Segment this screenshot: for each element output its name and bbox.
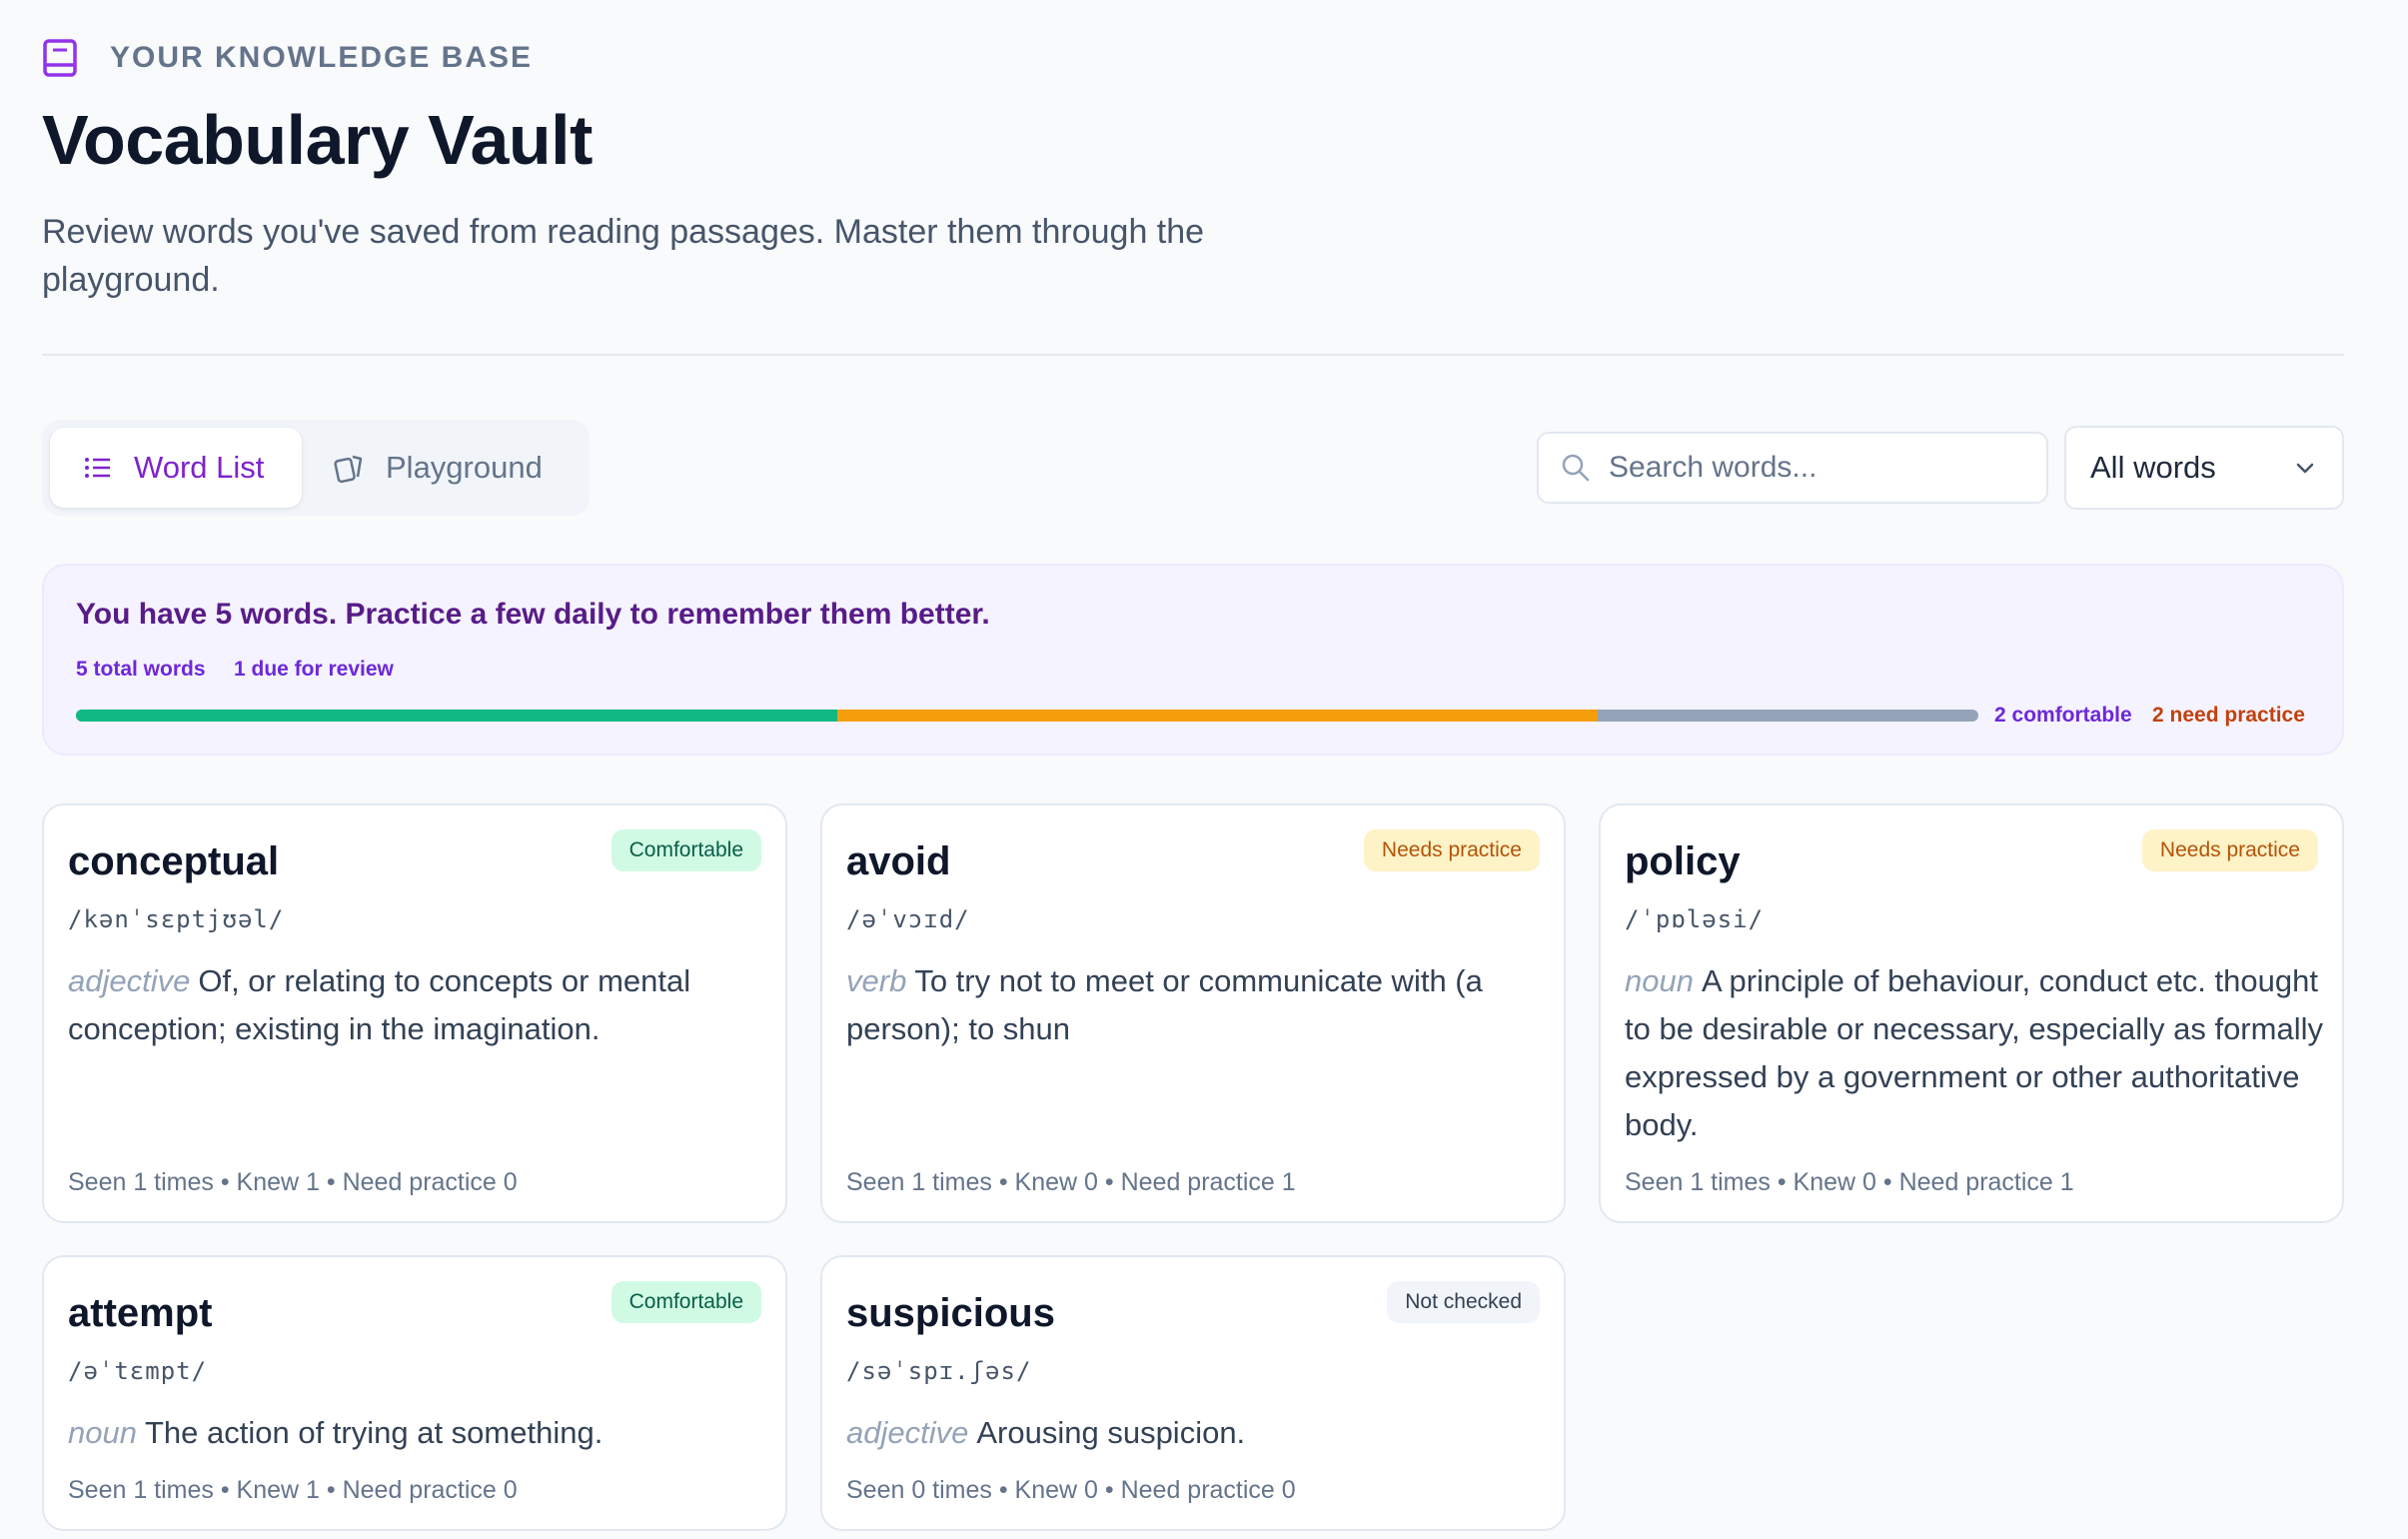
search-icon bbox=[1562, 454, 1590, 482]
status-badge: Needs practice bbox=[2141, 829, 2318, 871]
card-part-of-speech: verb bbox=[846, 963, 907, 998]
card-part-of-speech: adjective bbox=[846, 1415, 969, 1450]
card-part-of-speech: adjective bbox=[68, 963, 191, 998]
eyebrow-label: YOUR KNOWLEDGE BASE bbox=[110, 41, 534, 74]
status-badge: Comfortable bbox=[610, 1281, 761, 1323]
card-definition: noun The action of trying at something. bbox=[68, 1409, 767, 1457]
chevron-down-icon bbox=[2296, 463, 2314, 474]
view-tabs: Word List Playground bbox=[42, 420, 590, 516]
card-definition-text: A principle of behaviour, conduct etc. t… bbox=[1625, 963, 2323, 1142]
card-word: policy bbox=[1625, 839, 1741, 883]
tab-word-list[interactable]: Word List bbox=[50, 428, 302, 508]
tab-playground-label: Playground bbox=[386, 450, 543, 485]
card-part-of-speech: noun bbox=[1625, 963, 1694, 998]
card-definition: verb To try not to meet or communicate wi… bbox=[846, 957, 1546, 1053]
search-box bbox=[1537, 432, 2048, 504]
card-pronunciation: /əˈvɔɪd/ bbox=[846, 905, 970, 933]
word-card-conceptual[interactable]: conceptual Comfortable /kənˈsɛptjʊəl/ ad… bbox=[42, 803, 787, 1223]
word-card-avoid[interactable]: avoid Needs practice /əˈvɔɪd/ verb To try… bbox=[820, 803, 1566, 1223]
card-stats: Seen 1 times • Knew 0 • Need practice 1 bbox=[846, 1168, 1296, 1196]
cards-icon bbox=[334, 455, 363, 484]
filter-select-value: All words bbox=[2090, 450, 2216, 485]
filter-select[interactable]: All words bbox=[2064, 426, 2344, 510]
eyebrow: YOUR KNOWLEDGE BASE bbox=[42, 38, 533, 78]
book-icon bbox=[43, 39, 77, 77]
progress-segment-need-practice bbox=[836, 710, 1599, 722]
status-badge: Needs practice bbox=[1363, 829, 1540, 871]
card-pronunciation: /kənˈsɛptjʊəl/ bbox=[68, 905, 285, 933]
card-definition: noun A principle of behaviour, conduct et… bbox=[1625, 957, 2324, 1149]
legend-comfortable: 2 comfortable bbox=[1994, 704, 2132, 727]
word-card-attempt[interactable]: attempt Comfortable /əˈtɛmpt/ noun The ac… bbox=[42, 1255, 787, 1531]
card-definition: adjective Arousing suspicion. bbox=[846, 1409, 1546, 1457]
card-pronunciation: /ˈpɒləsi/ bbox=[1625, 905, 1765, 933]
card-pronunciation: /səˈspɪ.ʃəs/ bbox=[846, 1357, 1032, 1385]
card-pronunciation: /əˈtɛmpt/ bbox=[68, 1357, 208, 1385]
search-input[interactable] bbox=[1609, 451, 2028, 485]
progress-bar bbox=[76, 710, 1978, 722]
card-definition-text: Arousing suspicion. bbox=[976, 1415, 1246, 1450]
card-stats: Seen 0 times • Knew 0 • Need practice 0 bbox=[846, 1476, 1296, 1504]
status-badge: Comfortable bbox=[610, 829, 761, 871]
card-definition: adjective Of, or relating to concepts or … bbox=[68, 957, 767, 1053]
card-stats: Seen 1 times • Knew 1 • Need practice 0 bbox=[68, 1476, 518, 1504]
status-badge: Not checked bbox=[1387, 1281, 1540, 1323]
card-word: suspicious bbox=[846, 1291, 1055, 1335]
card-part-of-speech: noun bbox=[68, 1415, 137, 1450]
card-definition-text: The action of trying at something. bbox=[144, 1415, 603, 1450]
card-stats: Seen 1 times • Knew 0 • Need practice 1 bbox=[1625, 1168, 2074, 1196]
tab-playground[interactable]: Playground bbox=[302, 428, 575, 508]
list-icon bbox=[85, 458, 110, 478]
summary-message: You have 5 words. Practice a few daily t… bbox=[76, 598, 990, 631]
total-words-stat: 5 total words bbox=[76, 658, 206, 681]
header-divider bbox=[42, 354, 2344, 356]
due-review-stat: 1 due for review bbox=[234, 658, 394, 681]
word-card-policy[interactable]: policy Needs practice /ˈpɒləsi/ noun A pr… bbox=[1599, 803, 2344, 1223]
summary-banner: You have 5 words. Practice a few daily t… bbox=[42, 564, 2344, 756]
legend-need-practice: 2 need practice bbox=[2152, 704, 2305, 727]
card-definition-text: To try not to meet or communicate with (… bbox=[846, 963, 1483, 1046]
page-title: Vocabulary Vault bbox=[42, 101, 593, 179]
card-stats: Seen 1 times • Knew 1 • Need practice 0 bbox=[68, 1168, 518, 1196]
card-word: avoid bbox=[846, 839, 951, 883]
page-subtitle: Review words you've saved from reading p… bbox=[42, 213, 1205, 299]
card-word: conceptual bbox=[68, 839, 280, 883]
tab-word-list-label: Word List bbox=[134, 450, 265, 485]
card-word: attempt bbox=[68, 1291, 213, 1335]
progress-segment-comfortable bbox=[76, 710, 837, 722]
word-card-suspicious[interactable]: suspicious Not checked /səˈspɪ.ʃəs/ adje… bbox=[820, 1255, 1566, 1531]
